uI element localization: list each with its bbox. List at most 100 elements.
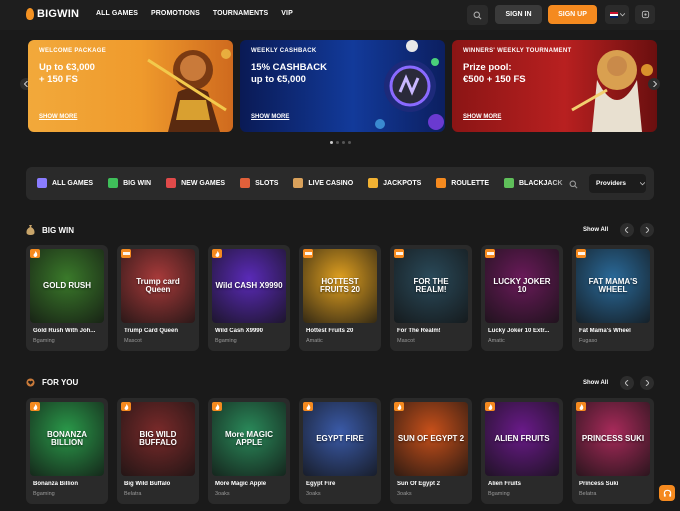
section-title-text: BIG WIN xyxy=(42,225,74,235)
support-button[interactable] xyxy=(635,5,655,24)
game-thumbnail-title: BIG WILD BUFFALO xyxy=(139,429,177,447)
hot-badge-icon xyxy=(394,402,404,411)
banner-weekly-tournament[interactable]: WINNERS' WEEKLY TOURNAMENT Prize pool: €… xyxy=(452,40,657,132)
carousel-dot[interactable] xyxy=(342,141,345,144)
game-title: Lucky Joker 10 Extr... xyxy=(488,328,550,334)
game-card[interactable]: FOR THE REALM! For The Realm! Mascot xyxy=(390,245,472,351)
banner-headline: Up to €3,000 xyxy=(39,62,95,73)
category-label: NEW GAMES xyxy=(181,179,226,187)
game-card[interactable]: Wild CASH X9990 Wild Cash X9990 Bgaming xyxy=(208,245,290,351)
show-all-link[interactable]: Show All xyxy=(583,380,608,386)
game-card[interactable]: FAT MAMA'S WHEEL Fat Mama's Wheel Fugaso xyxy=(572,245,654,351)
nav-vip[interactable]: VIP xyxy=(281,10,293,17)
game-thumbnail[interactable]: PRINCESS SUKI xyxy=(576,402,650,476)
sign-up-button[interactable]: SIGN UP xyxy=(548,5,597,24)
game-title: Big Wild Buffalo xyxy=(124,481,171,487)
game-thumbnail[interactable]: Wild CASH X9990 xyxy=(212,249,286,323)
game-thumbnail[interactable]: HOTTEST FRUITS 20 xyxy=(303,249,377,323)
category-item[interactable]: NEW GAMES xyxy=(166,178,225,188)
game-thumbnail[interactable]: BIG WILD BUFFALO xyxy=(121,402,195,476)
game-provider: Bgaming xyxy=(33,338,55,344)
roulette-icon xyxy=(436,178,447,188)
game-card[interactable]: Trump card Queen Trump Card Queen Mascot xyxy=(117,245,199,351)
category-label: ALL GAMES xyxy=(52,179,94,187)
hot-badge-icon xyxy=(121,402,131,411)
money-bag-icon xyxy=(26,225,35,235)
show-more-link[interactable]: SHOW MORE xyxy=(463,114,501,120)
game-card[interactable]: PRINCESS SUKI Princess Suki Belatra xyxy=(572,398,654,504)
category-item[interactable]: LIVE CASINO xyxy=(293,178,353,188)
game-provider: Belatra xyxy=(124,491,142,497)
category-item[interactable]: SLOTS xyxy=(240,178,278,188)
nav-all-games[interactable]: ALL GAMES xyxy=(96,10,138,17)
game-thumbnail[interactable]: FAT MAMA'S WHEEL xyxy=(576,249,650,323)
carousel-dot[interactable] xyxy=(336,141,339,144)
category-label: ROULETTE xyxy=(451,179,489,187)
game-card[interactable]: BONANZA BILLION Bonanza Billion Bgaming xyxy=(26,398,108,504)
game-thumbnail[interactable]: BONANZA BILLION xyxy=(30,402,104,476)
game-thumbnail[interactable]: ALIEN FRUITS xyxy=(485,402,559,476)
cashback-coin-art xyxy=(375,40,444,130)
game-thumbnail[interactable]: LUCKY JOKER 10 xyxy=(485,249,559,323)
section-prev-button[interactable] xyxy=(620,376,634,390)
section-prev-button[interactable] xyxy=(620,223,634,237)
carousel-dots xyxy=(330,141,351,144)
game-card[interactable]: LUCKY JOKER 10 Lucky Joker 10 Extr... Amat… xyxy=(481,245,563,351)
category-list: ALL GAMES BIG WIN NEW GAMES SLOTS LIVE CASIN… xyxy=(37,178,563,188)
game-card[interactable]: ALIEN FRUITS Alien Fruits Bgaming xyxy=(481,398,563,504)
category-search-button[interactable] xyxy=(567,178,579,190)
hot-badge-icon xyxy=(303,402,313,411)
category-item[interactable]: ROULETTE xyxy=(436,178,489,188)
game-card[interactable]: GOLD RUSH Gold Rush With Joh... Bgaming xyxy=(26,245,108,351)
game-card[interactable]: More MAGIC APPLE More Magic Apple 3oaks xyxy=(208,398,290,504)
game-card[interactable]: EGYPT FIRE Egypt Fire 3oaks xyxy=(299,398,381,504)
bigwin-logo[interactable]: BIGWIN xyxy=(26,8,79,20)
category-label: SLOTS xyxy=(255,179,279,187)
category-item[interactable]: JACKPOTS xyxy=(368,178,421,188)
language-selector[interactable] xyxy=(605,5,629,24)
game-thumbnail[interactable]: GOLD RUSH xyxy=(30,249,104,323)
game-title: Egypt Fire xyxy=(306,481,336,487)
header-search-button[interactable] xyxy=(467,5,488,25)
carousel-dot[interactable] xyxy=(348,141,351,144)
show-more-link[interactable]: SHOW MORE xyxy=(39,114,77,120)
flag-icon xyxy=(609,11,618,18)
game-row-for-you: BONANZA BILLION Bonanza Billion Bgaming BIG… xyxy=(26,398,654,504)
game-thumbnail[interactable]: FOR THE REALM! xyxy=(394,249,468,323)
game-thumbnail-title: More MAGIC APPLE xyxy=(225,429,273,447)
live-chat-button[interactable] xyxy=(659,485,675,501)
game-thumbnail-title: BONANZA BILLION xyxy=(47,429,87,447)
game-provider: Mascot xyxy=(124,338,142,344)
category-item[interactable]: BIG WIN xyxy=(108,178,151,188)
trophy-icon xyxy=(26,8,34,20)
providers-dropdown[interactable]: Providers xyxy=(589,174,646,193)
category-label: BIG WIN xyxy=(123,179,152,187)
nav-tournaments[interactable]: TOURNAMENTS xyxy=(213,10,268,17)
game-thumbnail[interactable]: EGYPT FIRE xyxy=(303,402,377,476)
section-next-button[interactable] xyxy=(640,376,654,390)
banner-welcome-package[interactable]: WELCOME PACKAGE Up to €3,000 + 150 FS SH… xyxy=(28,40,233,132)
hot-badge-icon xyxy=(485,402,495,411)
game-thumbnail[interactable]: Trump card Queen xyxy=(121,249,195,323)
game-thumbnail-title: HOTTEST FRUITS 20 xyxy=(319,276,360,294)
banner-weekly-cashback[interactable]: WEEKLY CASHBACK 15% CASHBACK up to €5,00… xyxy=(240,40,445,132)
section-next-button[interactable] xyxy=(640,223,654,237)
game-thumbnail[interactable]: More MAGIC APPLE xyxy=(212,402,286,476)
game-card[interactable]: HOTTEST FRUITS 20 Hottest Fruits 20 Amatic xyxy=(299,245,381,351)
game-card[interactable]: BIG WILD BUFFALO Big Wild Buffalo Belatra xyxy=(117,398,199,504)
section-title-big-win: BIG WIN xyxy=(26,225,74,235)
category-item[interactable]: ALL GAMES xyxy=(37,178,93,188)
game-thumbnail-title: SUN OF EGYPT 2 xyxy=(397,433,465,443)
search-icon xyxy=(473,11,482,19)
show-all-link[interactable]: Show All xyxy=(583,227,608,233)
show-more-link[interactable]: SHOW MORE xyxy=(251,114,289,120)
banner-next-button[interactable] xyxy=(648,78,660,90)
game-provider: Bgaming xyxy=(488,491,510,497)
nav-promotions[interactable]: PROMOTIONS xyxy=(151,10,200,17)
game-thumbnail[interactable]: SUN OF EGYPT 2 xyxy=(394,402,468,476)
game-card[interactable]: SUN OF EGYPT 2 Sun Of Egypt 2 3oaks xyxy=(390,398,472,504)
sign-in-button[interactable]: SIGN IN xyxy=(495,5,542,24)
carousel-dot[interactable] xyxy=(330,141,333,144)
game-thumbnail-title: LUCKY JOKER 10 xyxy=(493,276,551,294)
hot-badge-icon xyxy=(30,249,40,258)
